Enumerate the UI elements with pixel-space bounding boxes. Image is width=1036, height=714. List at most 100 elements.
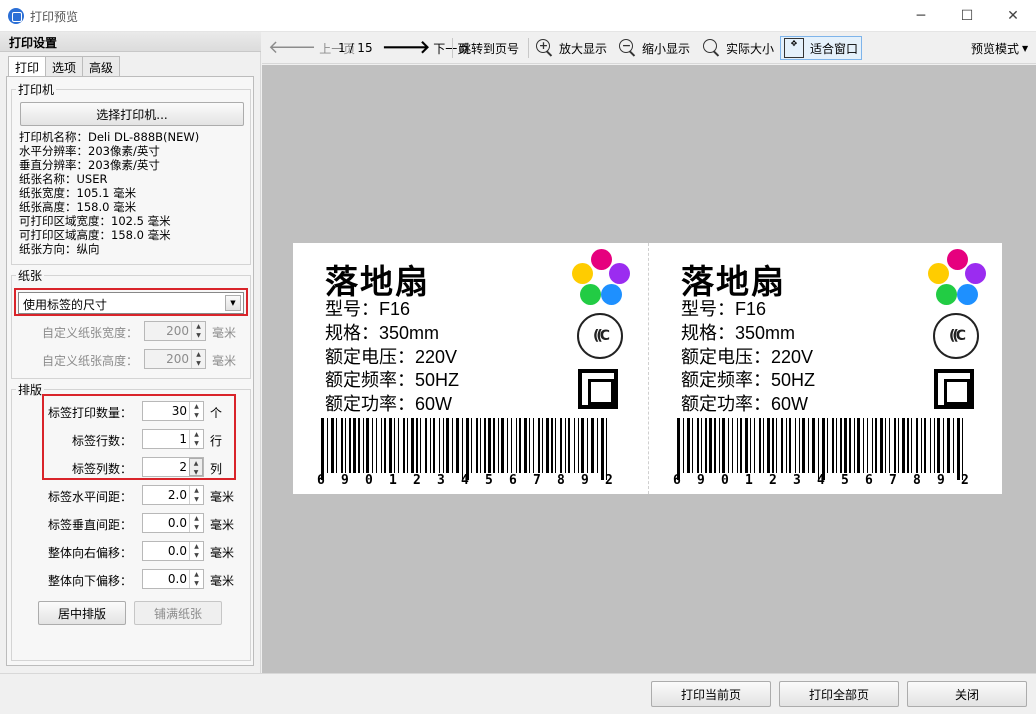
print-current-page-button[interactable]: 打印当前页 [651,681,771,707]
close-button[interactable]: 关闭 [907,681,1027,707]
label-spec-line: 额定功率：60W [681,394,809,414]
stepper-arrows-icon[interactable]: ▲ ▼ [191,322,205,340]
barcode-digit: 3 [793,473,801,488]
custom-height-value: 200 [166,352,189,366]
label-columns-stepper[interactable]: 2 ▲ ▼ [142,457,204,477]
stepper-arrows-icon[interactable]: ▲ ▼ [189,542,203,560]
printer-info-line: 打印机名称：Deli DL-888B(NEW) [19,130,200,144]
label-spec-line: 额定功率：60W [325,394,453,414]
zoom-in-button[interactable]: + 放大显示 [536,36,607,60]
barcode-bar [466,418,469,480]
barcode-bar [430,418,431,473]
minimize-icon[interactable]: ─ [898,0,944,32]
maximize-icon[interactable]: ☐ [944,0,990,32]
custom-height-stepper[interactable]: 200 ▲ ▼ [144,349,206,369]
offset-right-stepper[interactable]: 0.0 ▲ ▼ [142,541,204,561]
barcode-bar [863,418,864,473]
vertical-gap-stepper[interactable]: 0.0 ▲ ▼ [142,513,204,533]
zoom-out-button[interactable]: − 缩小显示 [619,36,690,60]
barcode-digit: 0 [721,473,729,488]
fit-window-button[interactable]: ✥ 适合窗口 [780,36,863,60]
tab-options[interactable]: 选项 [45,56,84,76]
offset-right-unit: 毫米 [210,546,235,560]
barcode-bar [808,418,809,473]
label-count-stepper[interactable]: 30 ▲ ▼ [142,401,204,421]
stepper-arrows-icon[interactable]: ▲ ▼ [189,486,203,504]
close-icon[interactable]: ✕ [990,0,1036,32]
barcode-bar [799,418,800,473]
color-dots-logo [928,249,988,305]
paper-group-title: 纸张 [16,267,45,284]
label-spec-line: 规格：350mm [325,323,440,343]
preview-area[interactable]: 落地扇 型号：F16 规格：350mm 额定电压：220V 额定频率：50HZ … [262,65,1036,673]
toolbar-divider [528,38,529,58]
tab-print[interactable]: 打印 [8,56,47,77]
barcode-bar [546,418,549,473]
barcode-bar [443,418,444,473]
barcode-bar [916,418,918,473]
label-spec-line: 型号：F16 [681,299,767,319]
barcode-bar [420,418,421,473]
barcode-bar [358,418,360,473]
stepper-arrows-icon[interactable]: ▲ ▼ [191,350,205,368]
barcode-digit: 6 [509,473,517,488]
double-insulation-icon [934,369,974,409]
barcode-bar [349,418,351,473]
stepper-arrows-icon[interactable]: ▲ ▼ [189,458,203,476]
magnifier-icon [703,39,721,57]
custom-height-label: 自定义纸张高度： [41,354,138,368]
barcode-bar [407,418,408,473]
barcode-bar [677,418,680,480]
app-icon [8,8,24,24]
barcode-bar [802,418,805,473]
horizontal-gap-stepper[interactable]: 2.0 ▲ ▼ [142,485,204,505]
label-count-unit: 个 [210,406,223,420]
printer-group-title: 打印机 [16,81,57,98]
stepper-arrows-icon[interactable]: ▲ ▼ [189,402,203,420]
jump-to-page-button[interactable]: 跳转到页号 [459,36,519,60]
paper-group: 纸张 使用标签的尺寸 ▼ 自定义纸张宽度： 200 ▲ ▼ 毫米 自定义纸张高度：… [11,267,251,379]
label-columns-value: 2 [179,460,187,474]
label-rows-stepper[interactable]: 1 ▲ ▼ [142,429,204,449]
preview-mode-menu[interactable]: 预览模式 ▼ [971,36,1028,60]
custom-width-stepper[interactable]: 200 ▲ ▼ [144,321,206,341]
barcode-digit: 4 [817,473,825,488]
barcode-bar [471,418,472,473]
barcode-bar [767,418,770,473]
offset-down-stepper[interactable]: 0.0 ▲ ▼ [142,569,204,589]
chevron-down-icon[interactable]: ▼ [225,295,241,311]
actual-size-button[interactable]: 实际大小 [703,36,774,60]
barcode-bar [840,418,842,473]
print-all-pages-button[interactable]: 打印全部页 [779,681,899,707]
barcode-bar [555,418,556,473]
barcode-digit: 7 [889,473,897,488]
printer-info-line: 水平分辨率：203像素/英寸 [19,144,160,158]
barcode-bar [763,418,764,473]
stepper-arrows-icon[interactable]: ▲ ▼ [189,570,203,588]
next-page-button[interactable]: 🡒 下一页 [382,36,469,60]
stepper-arrows-icon[interactable]: ▲ ▼ [189,430,203,448]
fill-paper-button[interactable]: 铺满纸张 [134,601,222,625]
barcode-bar [376,418,377,473]
center-layout-button[interactable]: 居中排版 [38,601,126,625]
barcode-bar [366,418,369,473]
barcode-bar [446,418,449,473]
barcode-digits: 6 9 0 1 2 3 4 5 6 7 8 9 2 [673,473,973,488]
select-printer-button[interactable]: 选择打印机... [20,102,244,126]
paper-size-select[interactable]: 使用标签的尺寸 ▼ [18,292,244,314]
barcode-digit: 2 [413,473,421,488]
custom-height-unit: 毫米 [212,354,237,368]
label-count-value: 30 [171,404,187,418]
barcode-bar [911,418,912,473]
tab-advanced[interactable]: 高级 [82,56,121,76]
barcode-bar [728,418,729,473]
stepper-arrows-icon[interactable]: ▲ ▼ [189,514,203,532]
barcode-bar [754,418,755,473]
barcode-bar [578,418,579,473]
color-dot [928,263,949,284]
offset-down-unit: 毫米 [210,574,235,588]
barcode-bar [560,418,562,473]
zoom-out-icon: − [619,39,637,57]
barcode-bar [416,418,418,473]
barcode-bar [772,418,774,473]
